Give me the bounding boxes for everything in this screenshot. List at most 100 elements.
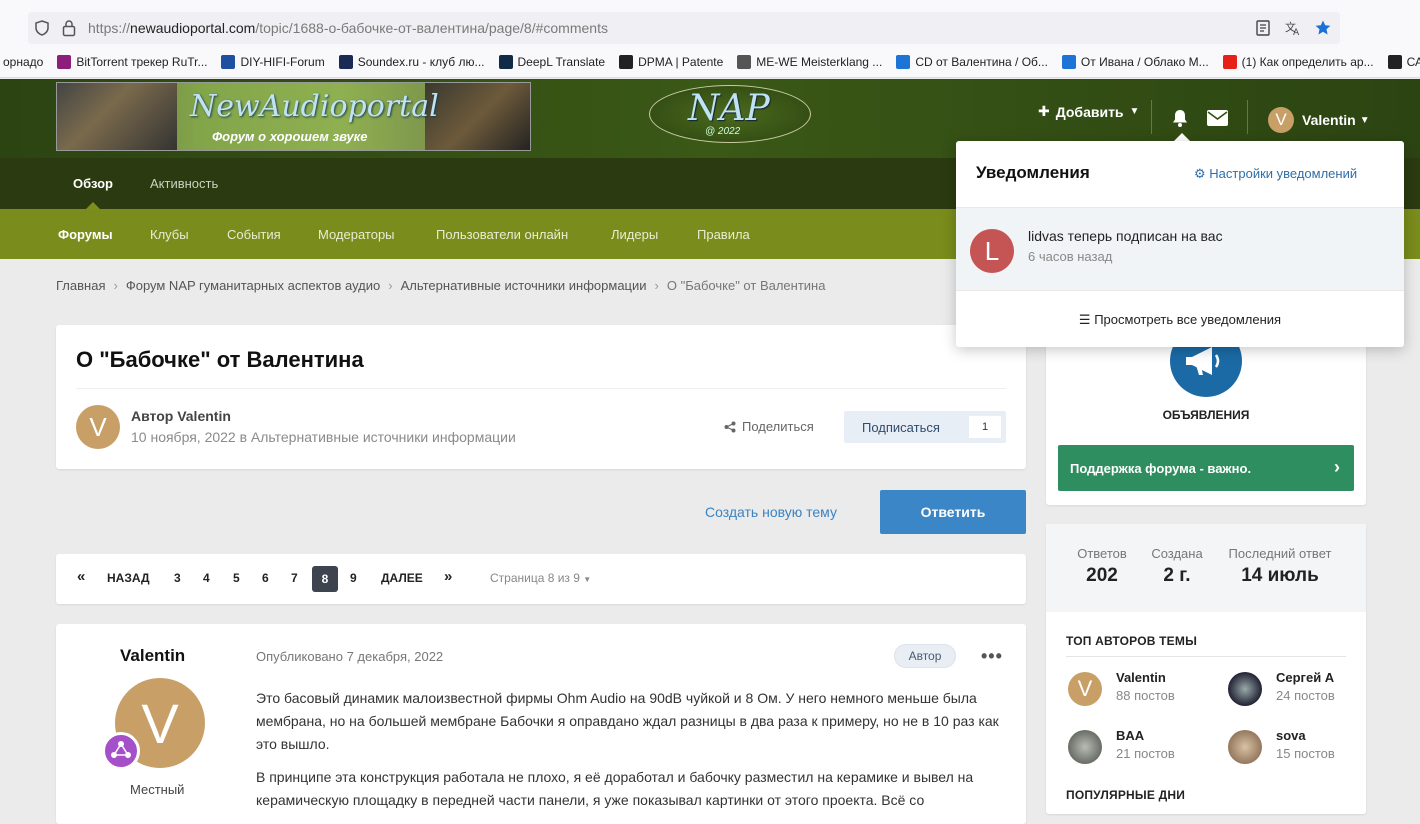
page-jump-dropdown[interactable]: Страница 8 из 9 ▼ (490, 571, 591, 585)
prev-page-button[interactable]: НАЗАД (107, 571, 150, 585)
reader-view-icon[interactable] (1254, 19, 1272, 37)
page-link[interactable]: 6 (262, 571, 269, 585)
bookmark-item[interactable]: BitTorrent трекер RuTr... (57, 54, 208, 69)
page-link[interactable]: 5 (233, 571, 240, 585)
user-name: Valentin (1302, 112, 1356, 128)
top-author-item[interactable]: sova 15 постов (1228, 728, 1335, 764)
share-label: Поделиться (742, 419, 814, 434)
bookmark-item[interactable]: DPMA | Patente (619, 54, 723, 69)
page-link[interactable]: 7 (291, 571, 298, 585)
bookmark-favicon-icon (338, 54, 353, 69)
plus-icon: ✚ (1038, 103, 1050, 119)
svg-text:A: A (1293, 28, 1300, 37)
reply-button[interactable]: Ответить (880, 490, 1026, 534)
site-banner[interactable]: NewAudioportal Форум о хорошем звуке (56, 82, 531, 151)
next-page-button[interactable]: ДАЛЕЕ (381, 571, 423, 585)
bookmark-label: ME-WE Meisterklang ... (756, 54, 883, 69)
more-options-icon[interactable]: ••• (981, 646, 1003, 667)
tab-events[interactable]: События (227, 227, 281, 242)
address-bar[interactable]: https://newaudioportal.com/topic/1688-о-… (28, 12, 1340, 44)
bookmark-favicon-icon (57, 54, 72, 69)
translate-icon[interactable]: 文A (1284, 19, 1302, 38)
stat-value: 14 июль (1241, 565, 1319, 586)
tab-clubs[interactable]: Клубы (150, 227, 189, 242)
breadcrumb-current: О "Бабочке" от Валентина (666, 278, 826, 293)
bookmark-label: CD от Валентина / Об... (915, 54, 1048, 69)
tab-activity[interactable]: Активность (150, 176, 218, 191)
user-menu[interactable]: V Valentin ▼ (1268, 107, 1370, 133)
envelope-icon[interactable] (1207, 110, 1228, 126)
view-all-notifications-link[interactable]: ☰ Просмотреть все уведомления (956, 312, 1404, 328)
tab-forums[interactable]: Форумы (58, 227, 113, 242)
post-author-name[interactable]: Valentin (120, 646, 185, 666)
bookmark-item[interactable]: От Ивана / Облако М... (1061, 54, 1209, 69)
bookmark-favicon-icon (1222, 54, 1237, 69)
tab-rules[interactable]: Правила (697, 227, 750, 242)
bookmark-star-icon[interactable] (1314, 19, 1332, 37)
notification-item[interactable]: L lidvas теперь подписан на вас 6 часов … (956, 207, 1404, 291)
logo-text: NAP (688, 88, 770, 129)
breadcrumb-forum[interactable]: Форум NAP гуманитарных аспектов аудио (126, 278, 380, 293)
page-link[interactable]: 9 (350, 571, 357, 585)
chevron-right-icon: › (654, 278, 659, 293)
top-author-item[interactable]: Сергей А 24 постов (1228, 670, 1335, 706)
banner-subtitle: Форум о хорошем звуке (212, 129, 368, 144)
avatar: L (970, 229, 1014, 273)
bookmark-item[interactable]: Soundex.ru - клуб лю... (338, 54, 485, 69)
bookmark-label: DeepL Translate (517, 54, 606, 69)
tab-overview[interactable]: Обзор (73, 176, 113, 191)
post-content: Это басовый динамик малоизвестной фирмы … (256, 687, 1006, 822)
lock-icon[interactable] (62, 19, 76, 37)
tab-online-users[interactable]: Пользователи онлайн (436, 227, 568, 242)
first-page-button[interactable]: « (77, 568, 85, 585)
divider (1066, 656, 1346, 657)
share-button[interactable]: Поделиться (724, 419, 814, 434)
tab-leaders[interactable]: Лидеры (611, 227, 658, 242)
bookmark-item[interactable]: CD от Валентина / Об... (896, 54, 1048, 69)
bookmark-label: Soundex.ru - клуб лю... (357, 54, 485, 69)
breadcrumb-home[interactable]: Главная (56, 278, 105, 293)
page-title: О "Бабочке" от Валентина (76, 347, 364, 372)
avatar[interactable]: V (76, 405, 120, 449)
active-tab-indicator (86, 202, 100, 209)
notifications-dropdown: Уведомления ⚙ Настройки уведомлений L li… (956, 141, 1404, 347)
post-date[interactable]: Опубликовано 7 декабря, 2022 (256, 649, 443, 664)
bookmark-item[interactable]: (1) Как определить ар... (1222, 54, 1374, 69)
bookmark-label: (1) Как определить ар... (1241, 54, 1374, 69)
settings-label: Настройки уведомлений (1209, 166, 1358, 181)
bookmark-favicon-icon (737, 54, 752, 69)
top-author-item[interactable]: V Valentin 88 постов (1068, 670, 1175, 706)
stat-replies: Ответов 202 (1076, 546, 1128, 587)
bookmark-item[interactable]: DIY-HIFI-Forum (221, 54, 325, 69)
top-author-item[interactable]: BAA 21 постов (1068, 728, 1175, 764)
chevron-right-icon: › (388, 278, 393, 293)
url-text[interactable]: https://newaudioportal.com/topic/1688-о-… (88, 20, 608, 36)
stat-label: Ответов (1077, 546, 1127, 561)
author-post-count: 21 постов (1116, 746, 1175, 761)
bookmark-item[interactable]: ME-WE Meisterklang ... (737, 54, 883, 69)
topic-author[interactable]: Автор Valentin (131, 408, 231, 424)
bookmark-item[interactable]: САМОР (1387, 54, 1420, 69)
page-link[interactable]: 3 (174, 571, 181, 585)
popular-days-title: ПОПУЛЯРНЫЕ ДНИ (1066, 788, 1186, 802)
subscribe-button[interactable]: Подписаться 1 (844, 411, 1006, 443)
topic-stats-widget: Ответов 202 Создана 2 г. Последний ответ… (1046, 524, 1366, 814)
author-badge: Автор (894, 644, 956, 668)
notification-settings-link[interactable]: ⚙ Настройки уведомлений (1194, 166, 1357, 182)
bookmark-favicon-icon (221, 54, 236, 69)
last-page-button[interactable]: » (444, 568, 452, 585)
bell-icon[interactable] (1170, 108, 1190, 128)
bookmark-label: BitTorrent трекер RuTr... (76, 54, 208, 69)
breadcrumb-category[interactable]: Альтернативные источники информации (401, 278, 647, 293)
page-link[interactable]: 4 (203, 571, 210, 585)
shield-icon[interactable] (34, 20, 50, 36)
add-button[interactable]: ✚ Добавить ▼ (1038, 103, 1139, 120)
bookmark-item[interactable]: DeepL Translate (498, 54, 606, 69)
tab-moderators[interactable]: Модераторы (318, 227, 395, 242)
nap-logo[interactable]: NAP @ 2022 (649, 85, 811, 143)
view-all-label: Просмотреть все уведомления (1094, 312, 1282, 327)
create-topic-link[interactable]: Создать новую тему (705, 504, 837, 520)
author-post-count: 88 постов (1116, 688, 1175, 703)
forum-support-button[interactable]: Поддержка форума - важно. › (1058, 445, 1354, 491)
bookmark-item[interactable]: орнадо (0, 55, 43, 69)
